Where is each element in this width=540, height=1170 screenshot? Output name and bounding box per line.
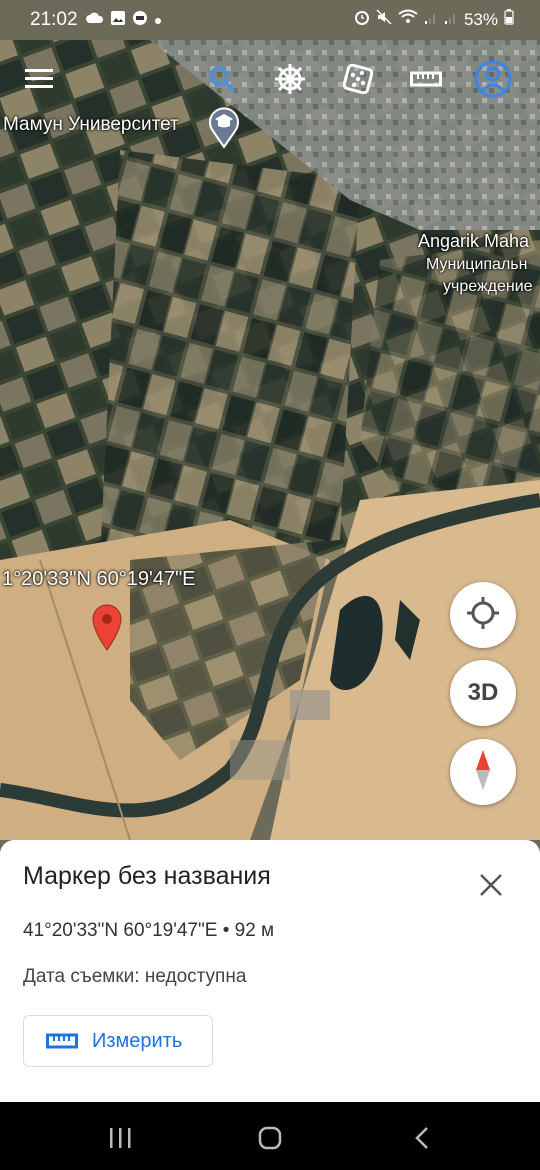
ruler-icon[interactable] — [405, 58, 447, 100]
home-icon[interactable] — [258, 1126, 282, 1155]
map-label-angarik[interactable]: Angarik Maha — [418, 231, 529, 252]
university-pin-icon[interactable] — [207, 103, 241, 154]
account-icon[interactable] — [472, 58, 514, 100]
3d-label: 3D — [467, 679, 499, 706]
ruler-icon — [46, 1032, 78, 1050]
back-icon[interactable] — [414, 1126, 430, 1155]
sheet-coordinates: 41°20'33"N 60°19'47"E • 92 м — [23, 920, 275, 941]
map-label-university[interactable]: Мамун Университет — [3, 114, 179, 136]
battery-percent: 53% — [463, 9, 498, 29]
signal-icon — [444, 10, 458, 30]
wifi-icon — [398, 9, 418, 30]
map-marker-icon[interactable] — [91, 603, 123, 656]
map-label-angarik-type-2: учреждение — [443, 278, 533, 295]
app-icon — [132, 10, 148, 31]
close-icon[interactable] — [478, 872, 504, 898]
measure-button-label: Измерить — [92, 1029, 183, 1052]
dot-icon — [154, 12, 162, 30]
voyager-wheel-icon[interactable] — [269, 58, 311, 100]
cloud-icon — [86, 11, 104, 30]
coordinate-overlay: 1°20'33"N 60°19'47"E — [2, 568, 196, 590]
sheet-title: Маркер без названия — [23, 862, 271, 890]
map-label-angarik-type: Муниципальн — [426, 256, 528, 273]
location-target-icon — [466, 596, 500, 635]
signal-icon — [424, 10, 438, 30]
image-icon — [110, 10, 126, 31]
menu-icon[interactable] — [18, 58, 60, 100]
battery-icon — [504, 9, 514, 30]
compass-icon — [473, 748, 493, 797]
status-bar: 21:02 53% — [0, 0, 540, 40]
sheet-capture-date: Дата съемки: недоступна — [23, 966, 247, 987]
dice-icon[interactable] — [337, 58, 379, 100]
3d-toggle-button[interactable]: 3D — [450, 660, 516, 726]
mute-icon — [376, 9, 392, 30]
my-location-button[interactable] — [450, 582, 516, 648]
status-time: 21:02 — [30, 9, 78, 30]
recent-apps-icon[interactable] — [108, 1127, 132, 1154]
compass-button[interactable] — [450, 739, 516, 805]
alarm-icon — [354, 9, 370, 30]
place-info-sheet: Маркер без названия 41°20'33"N 60°19'47"… — [0, 840, 540, 1102]
measure-button[interactable]: Измерить — [23, 1015, 213, 1067]
system-nav-bar — [0, 1102, 540, 1170]
search-icon[interactable] — [201, 58, 243, 100]
top-toolbar — [0, 48, 540, 108]
